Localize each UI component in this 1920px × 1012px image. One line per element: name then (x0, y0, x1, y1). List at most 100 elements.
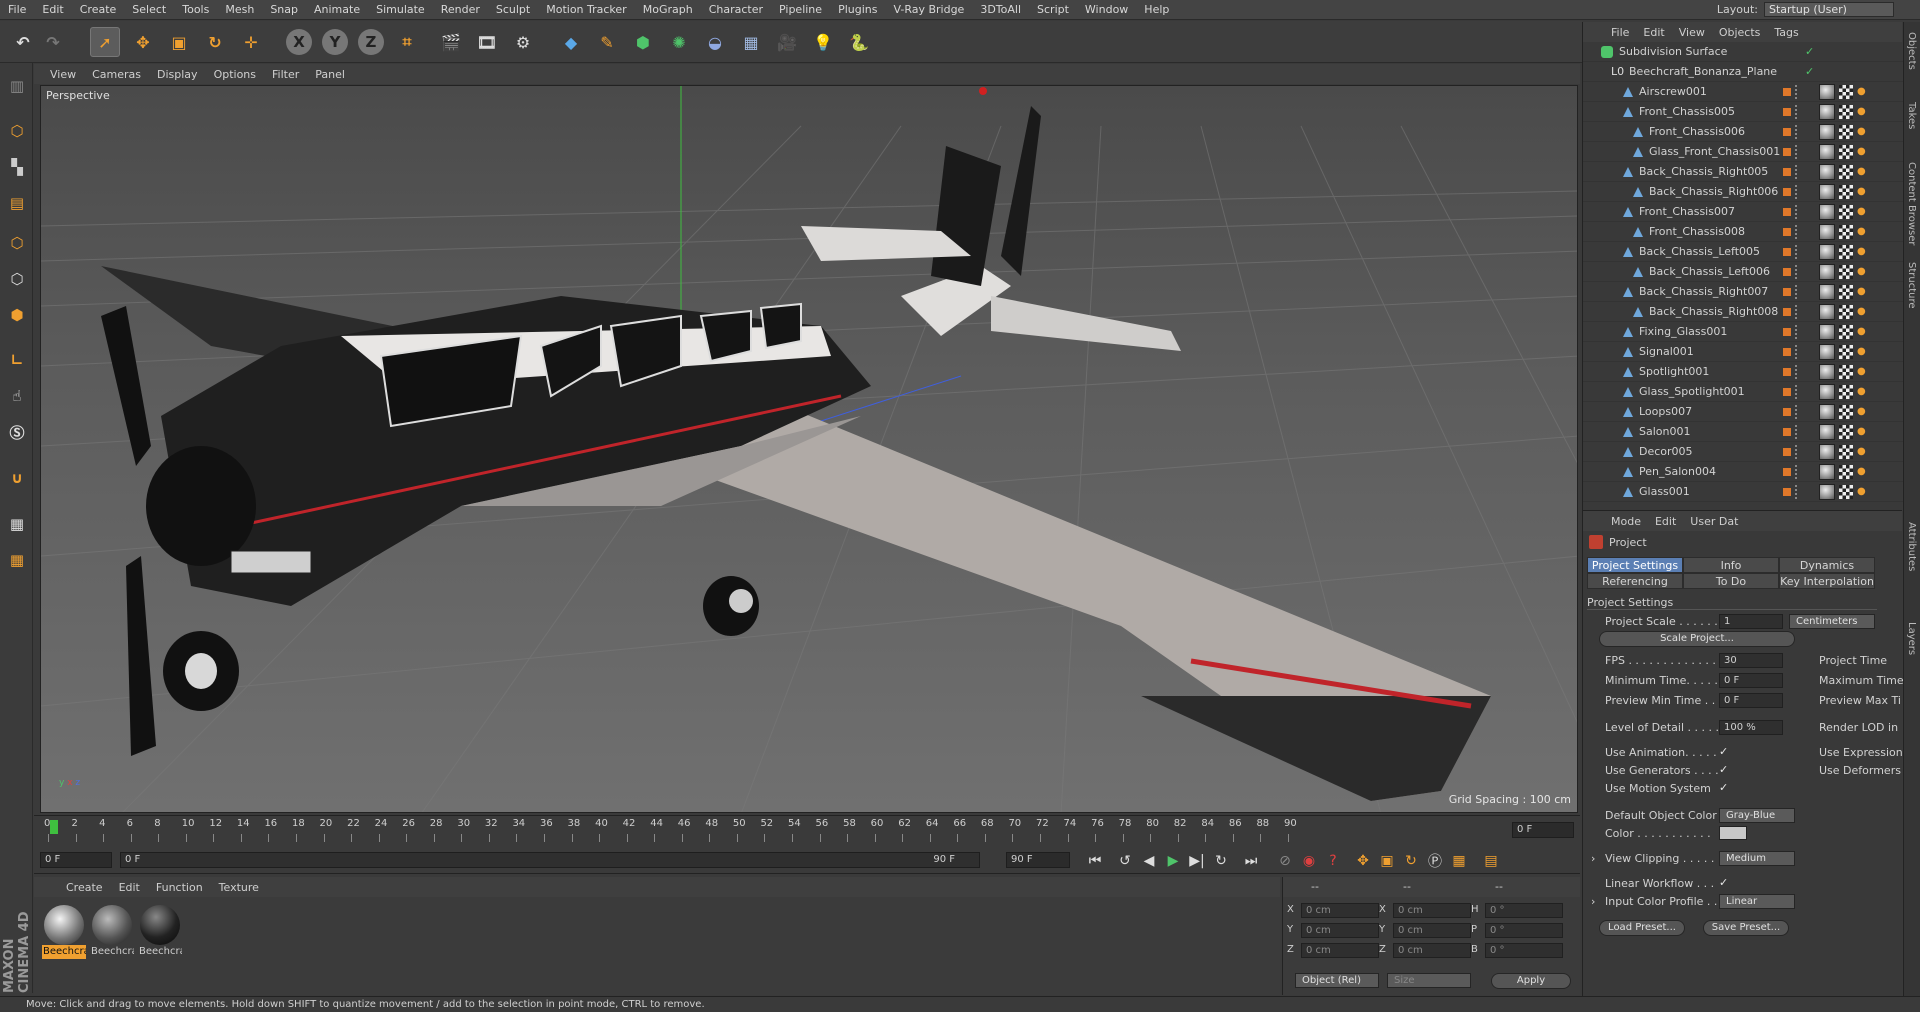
save-preset-button[interactable]: Save Preset... (1703, 920, 1789, 936)
render-settings-icon[interactable]: ⚙ (508, 27, 538, 57)
move-tool-icon[interactable]: ✥ (128, 27, 158, 57)
uvw-tag-icon[interactable] (1839, 385, 1853, 399)
solo-mode-icon[interactable]: Ⓢ (4, 419, 30, 445)
viewport-menu-options[interactable]: Options (214, 68, 256, 81)
key-pla-icon[interactable]: ▦ (1448, 851, 1470, 871)
side-tab-layers[interactable]: Layers (1906, 622, 1917, 655)
material-menu-texture[interactable]: Texture (219, 881, 259, 894)
menu-item-simulate[interactable]: Simulate (368, 3, 433, 16)
enabled-check-icon[interactable]: ✓ (1805, 42, 1814, 62)
object-menu-file[interactable]: File (1611, 26, 1629, 39)
viewport-menu-filter[interactable]: Filter (272, 68, 299, 81)
uvw-tag-icon[interactable] (1839, 405, 1853, 419)
phong-tag-icon[interactable]: ● (1857, 326, 1869, 338)
use-generators-checkbox[interactable]: ✓ (1719, 764, 1731, 776)
coord-value-field[interactable]: 0 cm (1301, 923, 1379, 938)
menu-item-pipeline[interactable]: Pipeline (771, 3, 830, 16)
material-tag-icon[interactable] (1819, 324, 1835, 340)
menu-item-3dtoall[interactable]: 3DToAll (972, 3, 1029, 16)
playhead-marker[interactable] (50, 820, 58, 834)
coordinate-system-icon[interactable]: ⌗ (392, 27, 422, 57)
object-row[interactable]: Signal001 ● (1583, 342, 1903, 362)
subdivision-surface-icon[interactable]: ⬢ (628, 27, 658, 57)
phong-tag-icon[interactable]: ● (1857, 186, 1869, 198)
tab-info[interactable]: Info (1683, 557, 1779, 573)
object-row[interactable]: Back_Chassis_Right005 ● (1583, 162, 1903, 182)
coord-value-field[interactable]: 0 cm (1393, 943, 1471, 958)
previous-key-icon[interactable]: ↺ (1114, 851, 1136, 871)
material-swatch-3[interactable]: Beechcra (138, 905, 182, 963)
object-menu-view[interactable]: View (1679, 26, 1705, 39)
coord-value-field[interactable]: 0 cm (1393, 923, 1471, 938)
visibility-dots-icon[interactable] (1795, 405, 1799, 419)
phong-tag-icon[interactable]: ● (1857, 126, 1869, 138)
object-row[interactable]: Front_Chassis006 ● (1583, 122, 1903, 142)
object-row[interactable]: Front_Chassis007 ● (1583, 202, 1903, 222)
uvw-tag-icon[interactable] (1839, 265, 1853, 279)
tab-dynamics[interactable]: Dynamics (1779, 557, 1875, 573)
level-of-detail-field[interactable]: 100 % (1719, 720, 1783, 735)
phong-tag-icon[interactable]: ● (1857, 146, 1869, 158)
visibility-dots-icon[interactable] (1795, 85, 1799, 99)
preview-min-time-field[interactable]: 0 F (1719, 693, 1783, 708)
start-frame-field[interactable]: 0 F (40, 852, 112, 868)
object-row[interactable]: Spotlight001 ● (1583, 362, 1903, 382)
end-frame-field[interactable]: 90 F (1006, 852, 1070, 868)
uvw-tag-icon[interactable] (1839, 185, 1853, 199)
phong-tag-icon[interactable]: ● (1857, 446, 1869, 458)
material-tag-icon[interactable] (1819, 364, 1835, 380)
tab-referencing[interactable]: Referencing (1587, 573, 1683, 589)
view-clipping-dropdown[interactable]: Medium (1719, 851, 1795, 866)
side-tab-objects[interactable]: Objects (1906, 32, 1917, 70)
menu-item-motion-tracker[interactable]: Motion Tracker (538, 3, 634, 16)
phong-tag-icon[interactable]: ● (1857, 226, 1869, 238)
menu-item-v-ray-bridge[interactable]: V-Ray Bridge (885, 3, 972, 16)
coord-value-field[interactable]: 0 cm (1301, 903, 1379, 918)
material-tag-icon[interactable] (1819, 164, 1835, 180)
material-tag-icon[interactable] (1819, 144, 1835, 160)
visibility-dots-icon[interactable] (1795, 485, 1799, 499)
rotate-tool-icon[interactable]: ↻ (200, 27, 230, 57)
tab-key-interpolation[interactable]: Key Interpolation (1779, 573, 1875, 589)
floor-scene-icon[interactable]: ▦ (736, 27, 766, 57)
phong-tag-icon[interactable]: ● (1857, 386, 1869, 398)
material-tag-icon[interactable] (1819, 104, 1835, 120)
go-to-start-icon[interactable]: ⏮ (1084, 851, 1106, 871)
layout-selector[interactable]: Layout: Startup (User) (1717, 2, 1894, 17)
object-row[interactable]: Decor005 ● (1583, 442, 1903, 462)
visibility-dots-icon[interactable] (1795, 325, 1799, 339)
attribute-menu-user-dat[interactable]: User Dat (1690, 515, 1738, 528)
key-rotation-icon[interactable]: ↻ (1400, 851, 1422, 871)
menu-item-render[interactable]: Render (433, 3, 488, 16)
make-editable-icon[interactable]: ▥ (4, 73, 30, 99)
object-menu-edit[interactable]: Edit (1643, 26, 1664, 39)
layout-dropdown[interactable]: Startup (User) (1764, 2, 1894, 17)
material-tag-icon[interactable] (1819, 344, 1835, 360)
menu-item-create[interactable]: Create (72, 3, 125, 16)
cloner-icon[interactable]: ✺ (664, 27, 694, 57)
object-row[interactable]: Glass001 ● (1583, 482, 1903, 502)
snap-magnet-icon[interactable]: ∪ (4, 465, 30, 491)
frame-range-slider[interactable]: 0 F 90 F (120, 852, 980, 868)
menu-item-select[interactable]: Select (124, 3, 174, 16)
phong-tag-icon[interactable]: ● (1857, 86, 1869, 98)
uvw-tag-icon[interactable] (1839, 345, 1853, 359)
side-tab-takes[interactable]: Takes (1906, 102, 1917, 129)
render-picture-viewer-icon[interactable]: 🎞 (472, 27, 502, 57)
uvw-tag-icon[interactable] (1839, 205, 1853, 219)
color-swatch[interactable] (1719, 826, 1747, 840)
timeline-ruler[interactable]: 0 2 4 6 8 10 12 14 16 18 20 22 24 26 28 30 32 34 36 38 40 42 4… (34, 815, 1580, 845)
phong-tag-icon[interactable]: ● (1857, 166, 1869, 178)
input-color-profile-dropdown[interactable]: Linear (1719, 894, 1795, 909)
coord-value-field[interactable]: 0 ° (1485, 903, 1563, 918)
side-tab-attributes[interactable]: Attributes (1906, 522, 1917, 571)
fps-field[interactable]: 30 (1719, 653, 1783, 668)
timeline-window-icon[interactable]: ▤ (1480, 851, 1502, 871)
play-icon[interactable]: ▶ (1162, 851, 1184, 871)
uvw-tag-icon[interactable] (1839, 145, 1853, 159)
coordinate-mode-dropdown[interactable]: Object (Rel) (1295, 973, 1379, 988)
coord-value-field[interactable]: 0 ° (1485, 923, 1563, 938)
current-frame-field[interactable]: 0 F (1512, 822, 1574, 838)
phong-tag-icon[interactable]: ● (1857, 366, 1869, 378)
x-axis-lock-button[interactable]: X (286, 29, 312, 55)
